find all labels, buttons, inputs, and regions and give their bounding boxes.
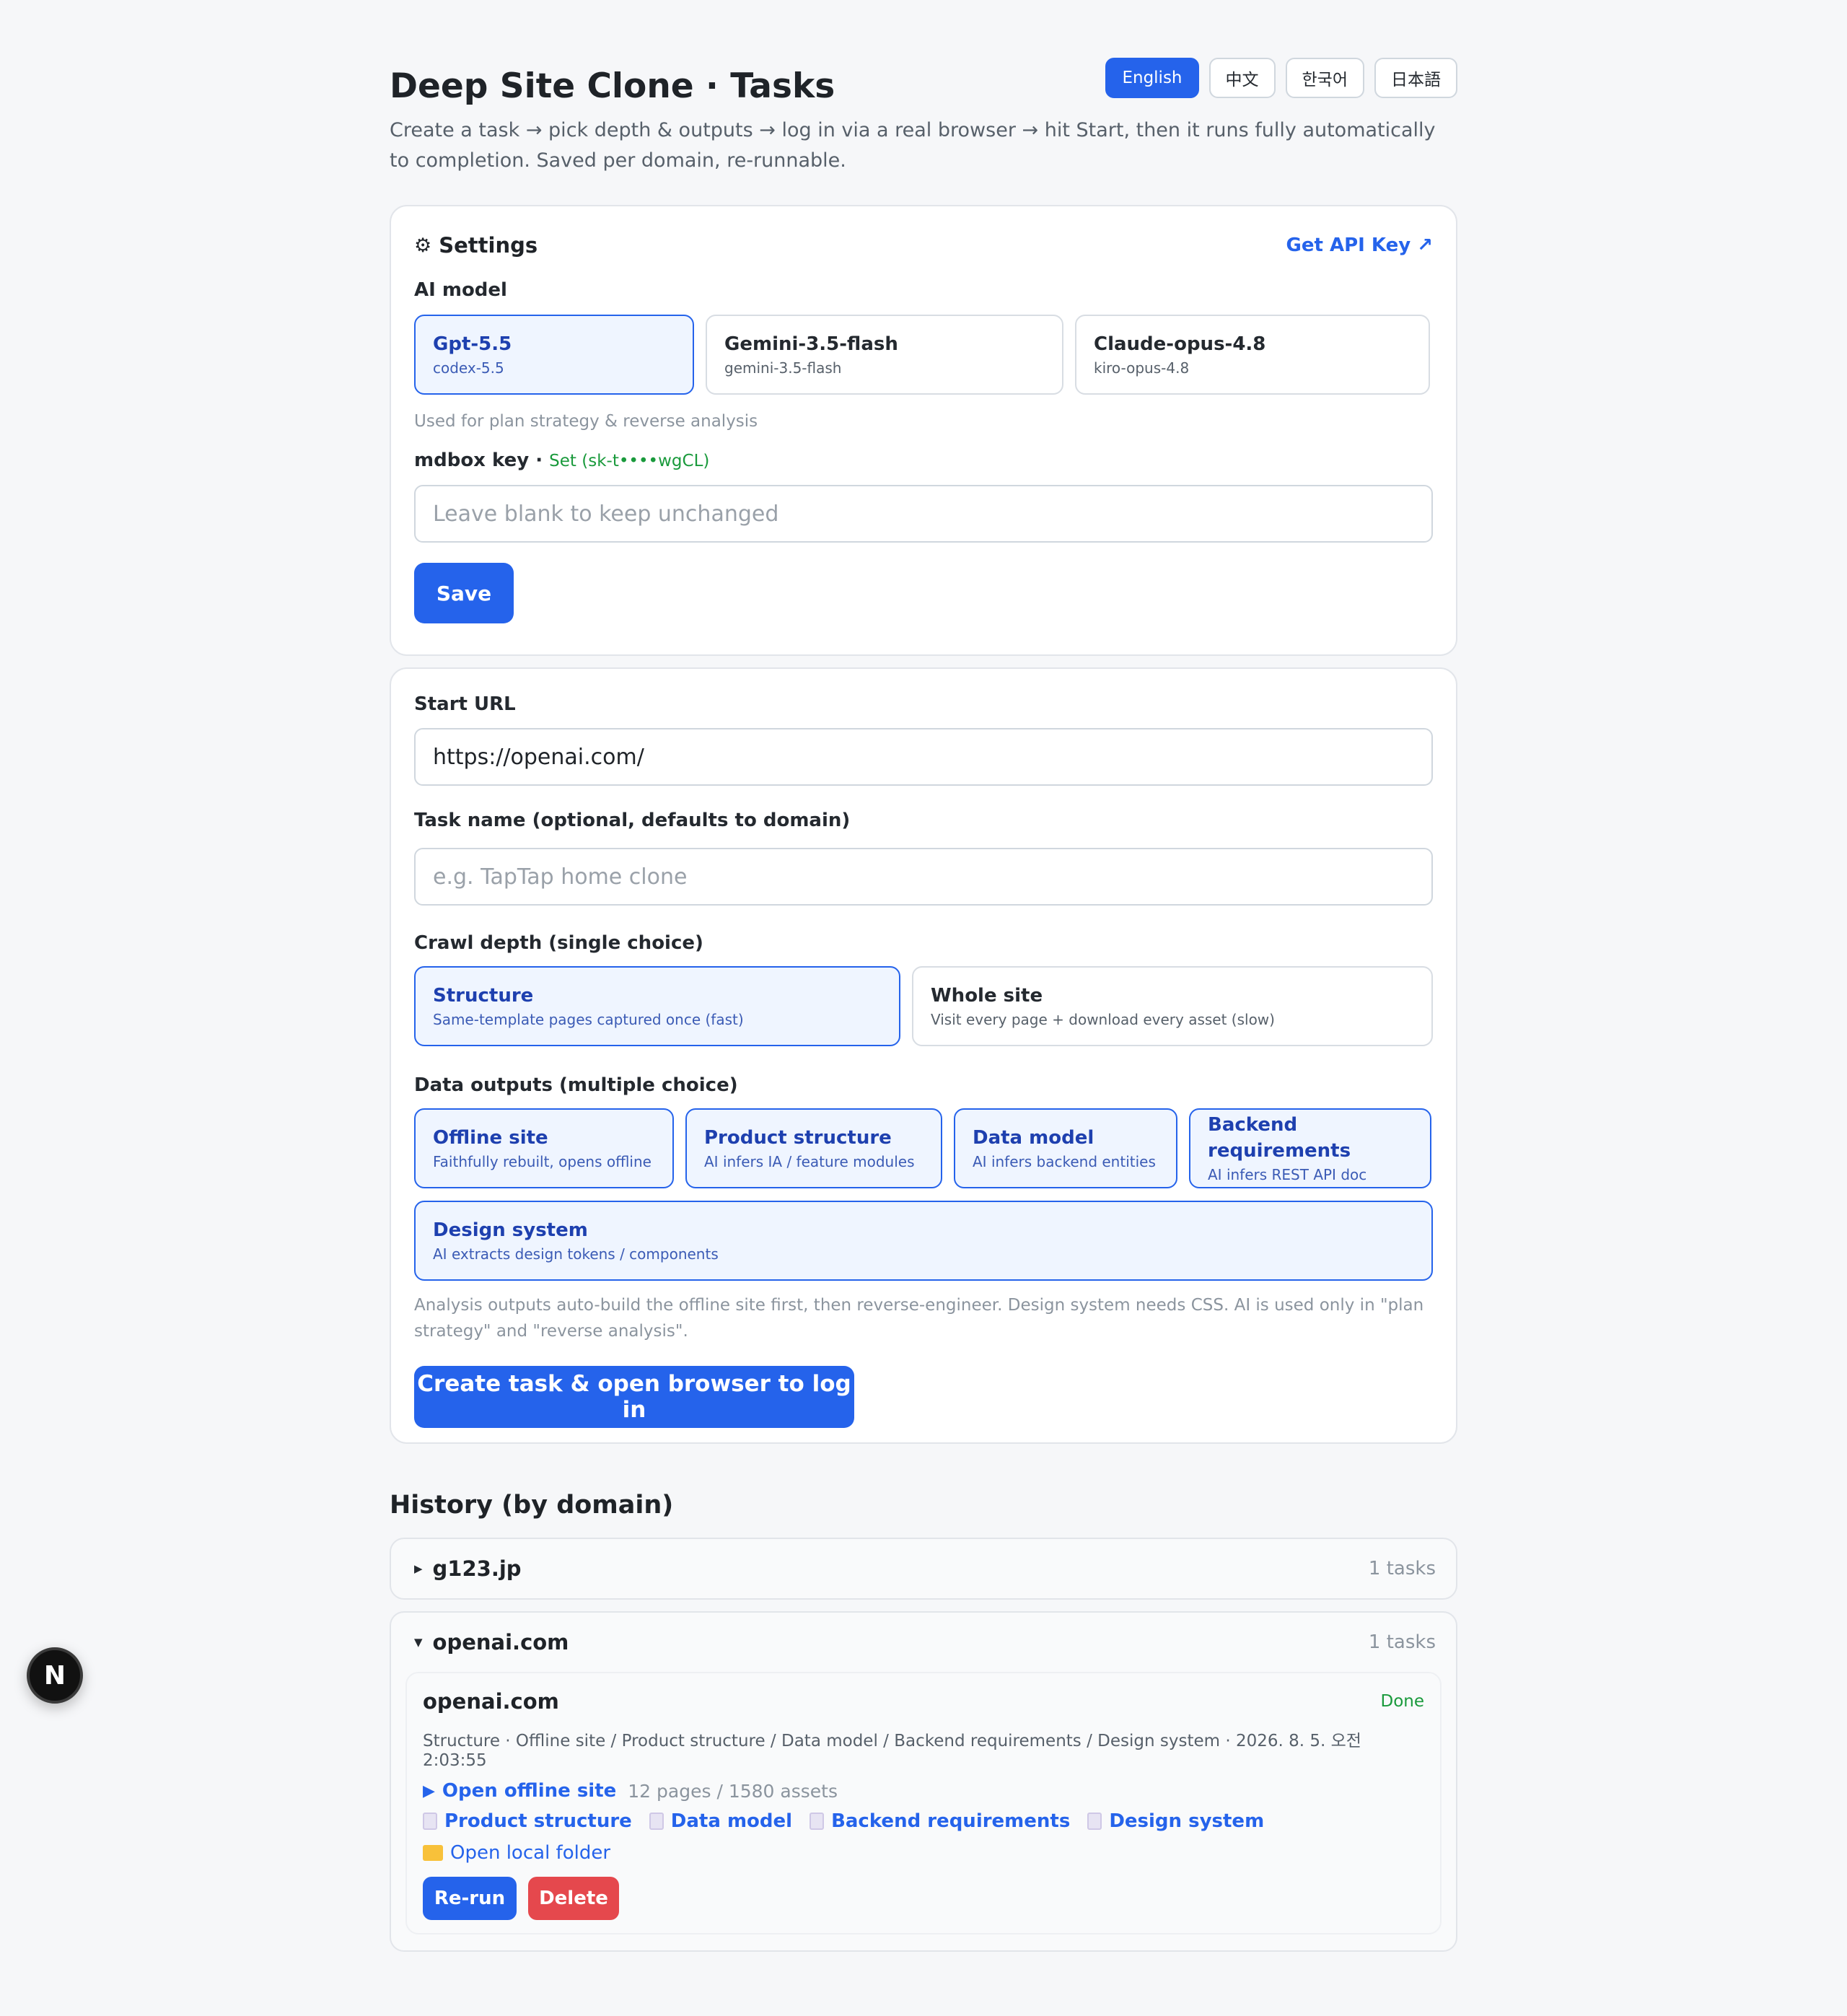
page-title: Deep Site Clone · Tasks xyxy=(390,66,835,106)
depth-option-structure[interactable]: Structure Same-template pages captured o… xyxy=(414,966,900,1046)
settings-title: ⚙ Settings xyxy=(414,233,538,258)
lang-chinese[interactable]: 中文 xyxy=(1208,58,1276,98)
task-name: openai.com xyxy=(423,1689,559,1714)
open-local-folder-link[interactable]: Open local folder xyxy=(450,1842,610,1864)
lang-japanese[interactable]: 日本語 xyxy=(1374,58,1457,98)
start-url-input[interactable]: https://openai.com/ xyxy=(414,728,1433,786)
task-meta: Structure · Offline site / Product struc… xyxy=(423,1732,1361,1770)
mdbox-key-label: mdbox key · Set (sk-t••••wgCL) xyxy=(414,450,710,471)
gear-icon: ⚙ xyxy=(414,234,432,257)
start-url-label: Start URL xyxy=(414,693,516,715)
depth-option-whole-site[interactable]: Whole site Visit every page + download e… xyxy=(912,966,1433,1046)
ai-model-label: AI model xyxy=(414,279,507,301)
domain-task-count: 1 tasks xyxy=(1368,1558,1436,1579)
doc-link-data-model[interactable]: Data model xyxy=(671,1810,792,1832)
depth-label: Crawl depth (single choice) xyxy=(414,932,703,954)
model-hint: Used for plan strategy & reverse analysi… xyxy=(414,412,758,431)
status-badge: Done xyxy=(1380,1692,1424,1711)
task-name-input[interactable]: e.g. TapTap home clone xyxy=(414,848,1433,906)
model-option-gpt[interactable]: Gpt-5.5 codex-5.5 xyxy=(414,315,694,395)
lang-english[interactable]: English xyxy=(1105,58,1199,98)
mdbox-key-input[interactable]: Leave blank to keep unchanged xyxy=(414,485,1433,543)
collapse-icon: ▼ xyxy=(414,1636,423,1649)
history-title: History (by domain) xyxy=(390,1491,674,1520)
language-switcher: English 中文 한국어 日本語 xyxy=(1105,58,1457,98)
doc-link-product-structure[interactable]: Product structure xyxy=(444,1810,632,1832)
document-icon xyxy=(423,1813,437,1830)
nextjs-badge[interactable]: N xyxy=(27,1647,83,1704)
document-icon xyxy=(1087,1813,1102,1830)
model-option-claude[interactable]: Claude-opus-4.8 kiro-opus-4.8 xyxy=(1075,315,1430,395)
page: Deep Site Clone · Tasks English 中文 한국어 日… xyxy=(390,58,1457,1952)
domain-header-openai[interactable]: ▼ openai.com 1 tasks xyxy=(391,1613,1456,1672)
page-subtitle: Create a task → pick depth & outputs → l… xyxy=(390,119,1436,172)
expand-icon: ▶ xyxy=(414,1562,423,1575)
model-option-gemini[interactable]: Gemini-3.5-flash gemini-3.5-flash xyxy=(706,315,1063,395)
open-offline-site-link[interactable]: Open offline site xyxy=(442,1780,616,1802)
domain-task-count: 1 tasks xyxy=(1368,1631,1436,1653)
offline-stats: 12 pages / 1580 assets xyxy=(628,1780,838,1802)
domain-group-openai: ▼ openai.com 1 tasks openai.com Done Str… xyxy=(390,1611,1457,1952)
save-button[interactable]: Save xyxy=(414,563,514,623)
folder-icon xyxy=(423,1845,443,1861)
task-form-card: Start URL https://openai.com/ Task name … xyxy=(390,667,1457,1444)
outputs-note: Analysis outputs auto-build the offline … xyxy=(414,1296,1424,1341)
outputs-label: Data outputs (multiple choice) xyxy=(414,1074,738,1096)
document-icon xyxy=(810,1813,825,1830)
doc-link-backend-requirements[interactable]: Backend requirements xyxy=(831,1810,1070,1832)
doc-link-design-system[interactable]: Design system xyxy=(1109,1810,1264,1832)
create-task-button[interactable]: Create task & open browser to log in xyxy=(414,1366,854,1428)
play-icon: ▶ xyxy=(423,1781,435,1800)
output-backend-requirements[interactable]: Backend requirements AI infers REST API … xyxy=(1189,1108,1431,1188)
key-status: Set (sk-t••••wgCL) xyxy=(549,452,710,470)
settings-card: ⚙ Settings Get API Key ↗ AI model Gpt-5.… xyxy=(390,205,1457,656)
output-product-structure[interactable]: Product structure AI infers IA / feature… xyxy=(685,1108,942,1188)
output-data-model[interactable]: Data model AI infers backend entities xyxy=(954,1108,1177,1188)
delete-button[interactable]: Delete xyxy=(528,1877,619,1920)
output-design-system[interactable]: Design system AI extracts design tokens … xyxy=(414,1201,1433,1281)
output-offline-site[interactable]: Offline site Faithfully rebuilt, opens o… xyxy=(414,1108,674,1188)
task-item: openai.com Done Structure · Offline site… xyxy=(405,1672,1442,1934)
document-icon xyxy=(649,1813,664,1830)
rerun-button[interactable]: Re-run xyxy=(423,1877,517,1920)
domain-header-g123[interactable]: ▶ g123.jp 1 tasks xyxy=(391,1539,1456,1598)
header: Deep Site Clone · Tasks English 中文 한국어 日… xyxy=(390,58,1457,115)
get-api-key-link[interactable]: Get API Key ↗ xyxy=(1286,235,1433,256)
task-name-label: Task name (optional, defaults to domain) xyxy=(414,810,851,831)
domain-group-g123: ▶ g123.jp 1 tasks xyxy=(390,1538,1457,1600)
lang-korean[interactable]: 한국어 xyxy=(1285,58,1364,98)
